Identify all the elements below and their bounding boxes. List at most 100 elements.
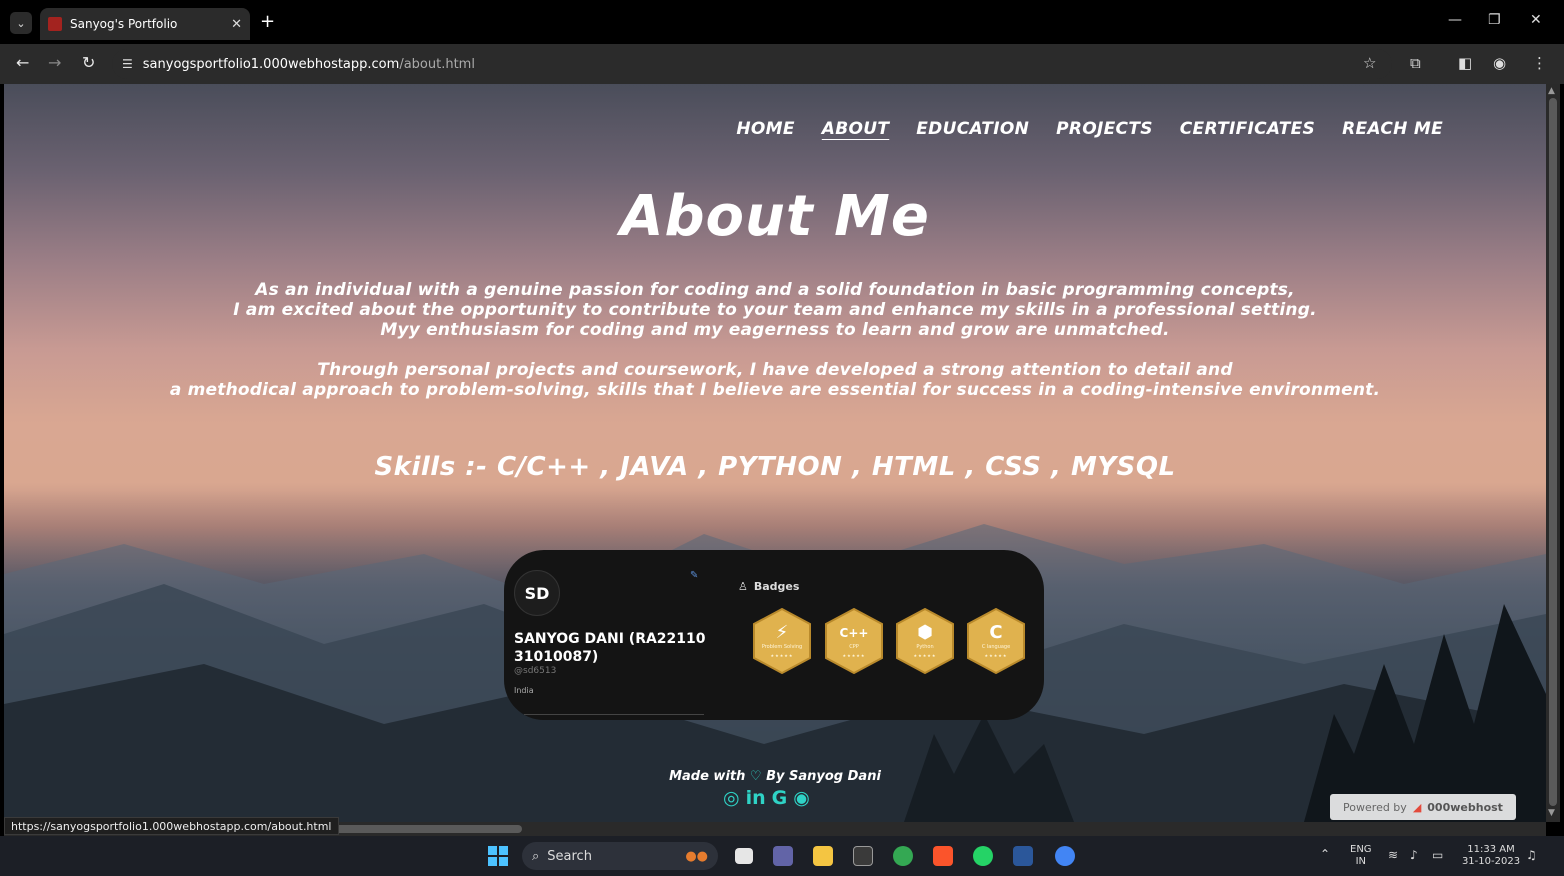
new-tab-button[interactable]: +	[260, 12, 275, 32]
url-host: sanyogsportfolio1.000webhostapp.com	[142, 56, 400, 72]
pumpkin-icon: ●●	[685, 848, 708, 864]
linkedin-icon[interactable]: in	[746, 787, 766, 809]
back-icon[interactable]: ←	[16, 53, 29, 73]
profile-card[interactable]: SD ✎ SANYOG DANI (RA22110 31010087) @sd6…	[504, 550, 1044, 720]
badge-ribbon-icon: ♙	[738, 580, 748, 593]
badge-label: Python	[916, 644, 934, 650]
tab-strip: ⌄ Sanyog's Portfolio ✕ + — ❐ ✕	[0, 0, 1564, 44]
close-window-icon[interactable]: ✕	[1530, 12, 1542, 28]
badge-stars: ★★★★★	[913, 653, 937, 658]
chrome-icon[interactable]	[893, 846, 913, 866]
badge-stars: ★★★★★	[842, 653, 866, 658]
taskbar: ⌕ Search ●● ⌃ ENG IN ≋ ♪ ▭ 11:33 AM 31-1…	[0, 836, 1564, 876]
about-line: I am excited about the opportunity to co…	[233, 300, 1317, 320]
menu-icon[interactable]: ⋮	[1532, 53, 1547, 73]
instagram-icon[interactable]: ◎	[723, 787, 740, 809]
site-nav: HOME ABOUT EDUCATION PROJECTS CERTIFICAT…	[736, 119, 1443, 139]
region-label: IN	[1355, 856, 1366, 867]
about-line: Through personal projects and coursework…	[317, 360, 1233, 380]
about-line: Myy enthusiasm for coding and my eagerne…	[380, 320, 1170, 340]
badges-heading: ♙ Badges	[738, 580, 799, 593]
google-icon[interactable]: G	[772, 787, 788, 809]
reload-icon[interactable]: ↻	[82, 53, 95, 73]
url-path: /about.html	[399, 56, 475, 72]
file-explorer-icon[interactable]	[813, 846, 833, 866]
badge-cpp[interactable]: C++ CPP ★★★★★	[824, 607, 884, 675]
edit-icon[interactable]: ✎	[690, 570, 698, 581]
nav-home[interactable]: HOME	[736, 119, 794, 139]
volume-icon[interactable]: ♪	[1410, 849, 1418, 861]
browser-tab[interactable]: Sanyog's Portfolio ✕	[40, 8, 250, 40]
powered-by-badge[interactable]: Powered by ◢ 000webhost	[1330, 794, 1516, 820]
badge-stars: ★★★★★	[770, 653, 794, 658]
nav-certificates[interactable]: CERTIFICATES	[1180, 119, 1315, 139]
browser-toolbar: ← → ↻ ☰ sanyogsportfolio1.000webhostapp.…	[0, 44, 1564, 84]
teams-icon[interactable]	[773, 846, 793, 866]
forward-icon[interactable]: →	[48, 53, 61, 73]
app-icon[interactable]	[853, 846, 873, 866]
badge-glyph: C	[989, 622, 1003, 643]
profile-handle: @sd6513	[514, 666, 557, 676]
chrome-profile-icon[interactable]	[1055, 846, 1075, 866]
badge-stars: ★★★★★	[984, 653, 1008, 658]
site-favicon-icon	[48, 17, 62, 31]
000webhost-logo-icon: ◢	[1412, 800, 1422, 814]
social-links: ◎ in G ◉	[723, 787, 810, 809]
address-bar[interactable]: ☰ sanyogsportfolio1.000webhostapp.com/ab…	[112, 49, 1392, 79]
avatar: SD	[514, 570, 560, 616]
profile-avatar-icon[interactable]: ◉	[1493, 53, 1506, 73]
tray-chevron-icon[interactable]: ⌃	[1320, 848, 1330, 860]
start-button[interactable]	[488, 846, 508, 866]
bookmark-star-icon[interactable]: ☆	[1363, 53, 1376, 73]
scroll-up-icon[interactable]: ▲	[1548, 86, 1555, 96]
badge-problem-solving[interactable]: ⚡ Problem Solving ★★★★★	[752, 607, 812, 675]
profile-country: India	[514, 686, 534, 695]
badge-c-language[interactable]: C C language ★★★★★	[966, 607, 1026, 675]
badge-glyph: C++	[839, 626, 869, 640]
whatsapp-icon[interactable]	[973, 846, 993, 866]
extensions-icon[interactable]: ⧉	[1410, 53, 1421, 73]
scroll-thumb[interactable]	[1549, 98, 1557, 806]
about-line: a methodical approach to problem-solving…	[169, 380, 1381, 400]
status-bar-url: https://sanyogsportfolio1.000webhostapp.…	[4, 817, 339, 835]
powered-label: Powered by	[1343, 800, 1407, 814]
brave-icon[interactable]	[933, 846, 953, 866]
lang-label: ENG	[1350, 844, 1372, 855]
tab-search-button[interactable]: ⌄	[10, 12, 32, 34]
badge-python[interactable]: ⬢ Python ★★★★★	[895, 607, 955, 675]
heart-icon: ♡	[749, 769, 762, 784]
vertical-scrollbar[interactable]: ▲ ▼	[1546, 84, 1560, 822]
notification-bell-icon[interactable]: ♫	[1526, 849, 1537, 861]
footer-made-suffix: By Sanyog Dani	[766, 769, 881, 784]
restore-icon[interactable]: ❐	[1488, 12, 1501, 28]
word-icon[interactable]	[1013, 846, 1033, 866]
wifi-icon[interactable]: ≋	[1388, 849, 1398, 861]
tab-title: Sanyog's Portfolio	[70, 17, 178, 31]
taskbar-search[interactable]: ⌕ Search ●●	[522, 842, 718, 870]
profile-name: SANYOG DANI (RA22110 31010087)	[514, 631, 706, 665]
nav-projects[interactable]: PROJECTS	[1056, 119, 1153, 139]
taskbar-search-label: Search	[547, 848, 592, 864]
task-view-icon[interactable]	[735, 848, 753, 864]
nav-education[interactable]: EDUCATION	[916, 119, 1029, 139]
footer-made-prefix: Made with	[669, 769, 746, 784]
nav-reach-me[interactable]: REACH ME	[1342, 119, 1443, 139]
divider	[524, 714, 704, 715]
language-indicator[interactable]: ENG IN	[1350, 844, 1372, 868]
skills-line: Skills :- C/C++ , JAVA , PYTHON , HTML ,…	[374, 452, 1176, 482]
side-panel-icon[interactable]: ◧	[1458, 53, 1472, 73]
scroll-down-icon[interactable]: ▼	[1548, 808, 1555, 818]
close-tab-icon[interactable]: ✕	[231, 17, 242, 32]
site-info-icon[interactable]: ☰	[122, 57, 133, 71]
clock-time: 11:33 AM	[1467, 844, 1515, 855]
minimize-icon[interactable]: —	[1448, 12, 1462, 28]
powered-brand: 000webhost	[1427, 800, 1503, 814]
clock[interactable]: 11:33 AM 31-10-2023	[1460, 844, 1522, 868]
badges-title: Badges	[753, 580, 800, 593]
about-line: As an individual with a genuine passion …	[255, 280, 1295, 300]
hexagon-badge-icon	[825, 607, 883, 675]
nav-about[interactable]: ABOUT	[822, 119, 889, 139]
about-paragraph-1: As an individual with a genuine passion …	[4, 280, 1546, 340]
battery-icon[interactable]: ▭	[1432, 849, 1443, 861]
github-icon[interactable]: ◉	[793, 787, 810, 809]
